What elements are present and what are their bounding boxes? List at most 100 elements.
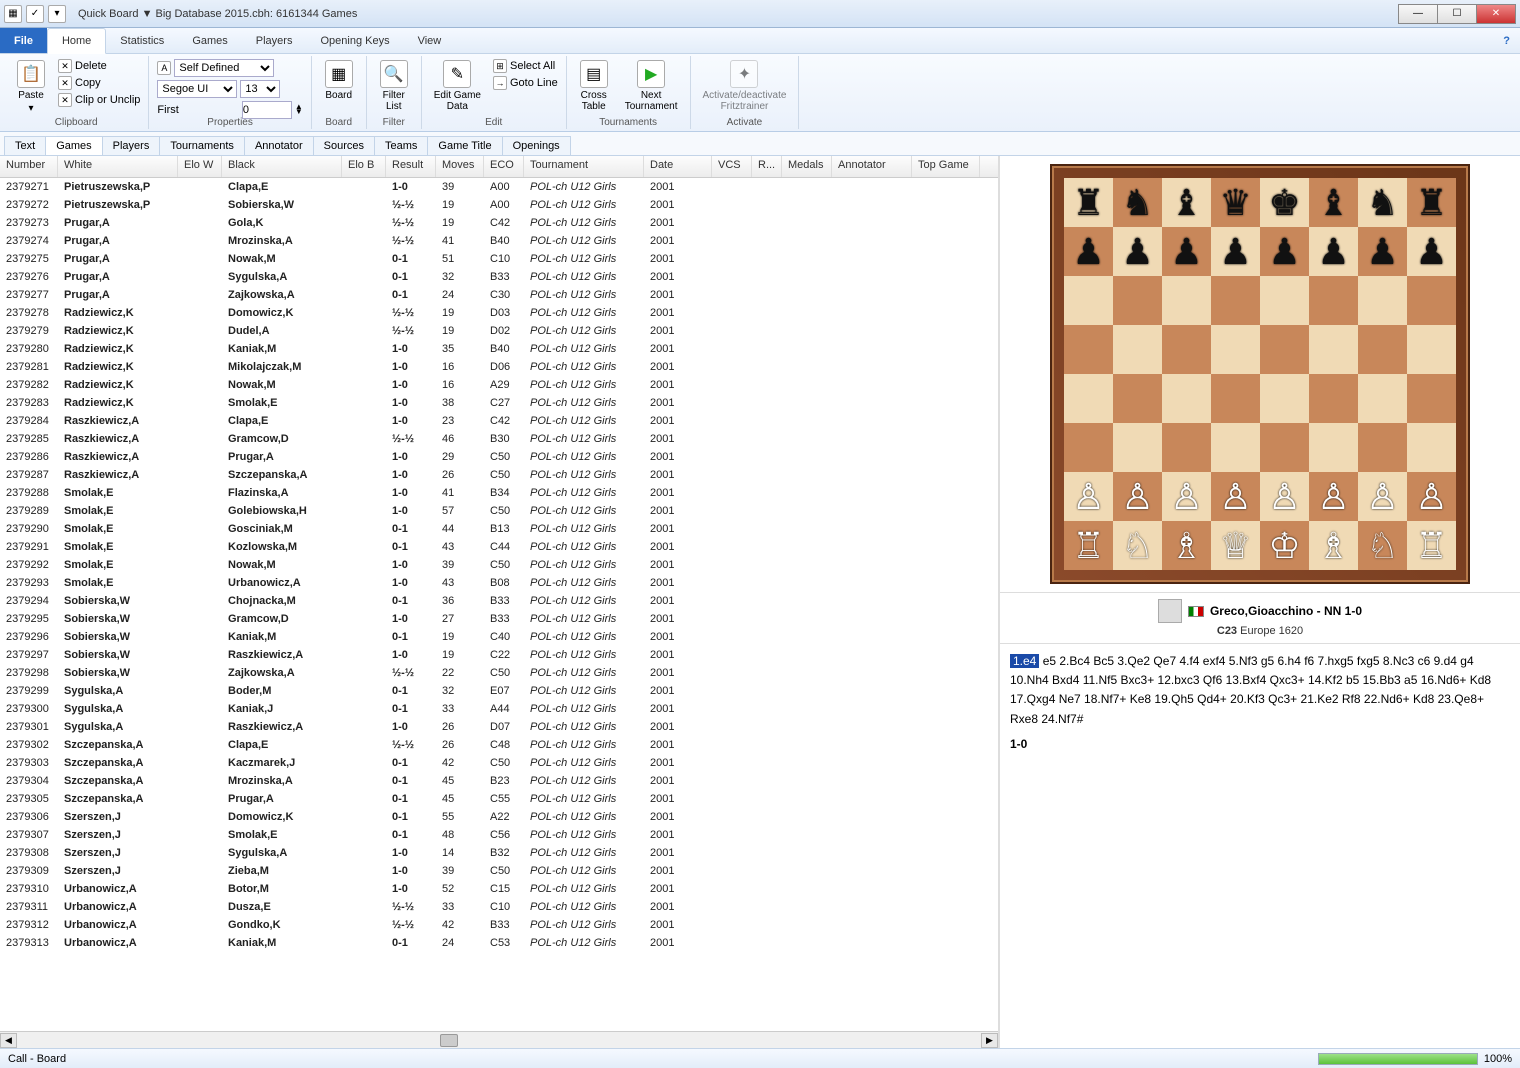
- table-row[interactable]: 2379313Urbanowicz,AKaniak,M0-124C53POL-c…: [0, 934, 998, 952]
- board-square[interactable]: [1358, 374, 1407, 423]
- board-square[interactable]: [1211, 276, 1260, 325]
- column-header[interactable]: ECO: [484, 156, 524, 177]
- table-row[interactable]: 2379312Urbanowicz,AGondko,K½-½42B33POL-c…: [0, 916, 998, 934]
- column-header[interactable]: Elo B: [342, 156, 386, 177]
- board-square[interactable]: [1260, 374, 1309, 423]
- cross-table-button[interactable]: ▤Cross Table: [573, 58, 615, 114]
- board-square[interactable]: ♜: [1407, 178, 1456, 227]
- board-square[interactable]: [1309, 325, 1358, 374]
- board-square[interactable]: [1260, 325, 1309, 374]
- close-button[interactable]: ✕: [1476, 4, 1516, 24]
- board-button[interactable]: ▦Board: [318, 58, 360, 103]
- chess-board[interactable]: ♜♞♝♛♚♝♞♜♟♟♟♟♟♟♟♟♙♙♙♙♙♙♙♙♖♘♗♕♔♗♘♖: [1064, 178, 1456, 570]
- board-square[interactable]: [1113, 374, 1162, 423]
- board-square[interactable]: ♔: [1260, 521, 1309, 570]
- board-square[interactable]: ♖: [1407, 521, 1456, 570]
- horizontal-scrollbar[interactable]: ◀ ▶: [0, 1031, 998, 1048]
- qat-dropdown-icon[interactable]: ▾: [48, 5, 66, 23]
- board-square[interactable]: ♗: [1309, 521, 1358, 570]
- board-square[interactable]: ♙: [1407, 472, 1456, 521]
- board-square[interactable]: ♟: [1162, 227, 1211, 276]
- board-square[interactable]: ♟: [1211, 227, 1260, 276]
- board-square[interactable]: [1211, 374, 1260, 423]
- board-square[interactable]: ♜: [1064, 178, 1113, 227]
- minimize-button[interactable]: —: [1398, 4, 1438, 24]
- board-square[interactable]: ♙: [1162, 472, 1211, 521]
- subtab-openings[interactable]: Openings: [502, 136, 571, 155]
- board-square[interactable]: [1407, 276, 1456, 325]
- board-square[interactable]: ♟: [1113, 227, 1162, 276]
- subtab-tournaments[interactable]: Tournaments: [159, 136, 245, 155]
- table-row[interactable]: 2379289Smolak,EGolebiowska,H1-057C50POL-…: [0, 502, 998, 520]
- table-row[interactable]: 2379294Sobierska,WChojnacka,M0-136B33POL…: [0, 592, 998, 610]
- subtab-annotator[interactable]: Annotator: [244, 136, 314, 155]
- table-row[interactable]: 2379281Radziewicz,KMikolajczak,M1-016D06…: [0, 358, 998, 376]
- table-row[interactable]: 2379285Raszkiewicz,AGramcow,D½-½46B30POL…: [0, 430, 998, 448]
- column-header[interactable]: Result: [386, 156, 436, 177]
- board-square[interactable]: ♞: [1113, 178, 1162, 227]
- board-square[interactable]: ♙: [1260, 472, 1309, 521]
- scroll-right-icon[interactable]: ▶: [981, 1033, 998, 1048]
- board-square[interactable]: ♙: [1211, 472, 1260, 521]
- table-row[interactable]: 2379272Pietruszewska,PSobierska,W½-½19A0…: [0, 196, 998, 214]
- qat-check[interactable]: ✓: [26, 5, 44, 23]
- table-row[interactable]: 2379280Radziewicz,KKaniak,M1-035B40POL-c…: [0, 340, 998, 358]
- table-row[interactable]: 2379290Smolak,EGosciniak,M0-144B13POL-ch…: [0, 520, 998, 538]
- table-row[interactable]: 2379274Prugar,AMrozinska,A½-½41B40POL-ch…: [0, 232, 998, 250]
- table-row[interactable]: 2379309Szerszen,JZieba,M1-039C50POL-ch U…: [0, 862, 998, 880]
- maximize-button[interactable]: ☐: [1437, 4, 1477, 24]
- table-row[interactable]: 2379306Szerszen,JDomowicz,K0-155A22POL-c…: [0, 808, 998, 826]
- table-row[interactable]: 2379291Smolak,EKozlowska,M0-143C44POL-ch…: [0, 538, 998, 556]
- font-style-select[interactable]: Self Defined: [174, 59, 274, 77]
- subtab-teams[interactable]: Teams: [374, 136, 428, 155]
- table-row[interactable]: 2379298Sobierska,WZajkowska,A½-½22C50POL…: [0, 664, 998, 682]
- board-square[interactable]: [1309, 276, 1358, 325]
- board-square[interactable]: [1162, 276, 1211, 325]
- table-row[interactable]: 2379287Raszkiewicz,ASzczepanska,A1-026C5…: [0, 466, 998, 484]
- board-square[interactable]: [1064, 276, 1113, 325]
- table-row[interactable]: 2379282Radziewicz,KNowak,M1-016A29POL-ch…: [0, 376, 998, 394]
- font-size-select[interactable]: 13: [240, 80, 280, 98]
- board-square[interactable]: ♙: [1358, 472, 1407, 521]
- clip-or-unclip-button[interactable]: ✕Clip or Unclip: [56, 92, 142, 108]
- table-row[interactable]: 2379292Smolak,ENowak,M1-039C50POL-ch U12…: [0, 556, 998, 574]
- column-header[interactable]: Elo W: [178, 156, 222, 177]
- table-row[interactable]: 2379299Sygulska,ABoder,M0-132E07POL-ch U…: [0, 682, 998, 700]
- table-row[interactable]: 2379288Smolak,EFlazinska,A1-041B34POL-ch…: [0, 484, 998, 502]
- current-move[interactable]: 1.e4: [1010, 654, 1039, 668]
- board-square[interactable]: [1162, 325, 1211, 374]
- table-row[interactable]: 2379305Szczepanska,APrugar,A0-145C55POL-…: [0, 790, 998, 808]
- fritz-button[interactable]: ✦Activate/deactivate Fritztrainer: [697, 58, 793, 114]
- delete-button[interactable]: ✕Delete: [56, 58, 142, 74]
- board-square[interactable]: [1064, 374, 1113, 423]
- table-row[interactable]: 2379308Szerszen,JSygulska,A1-014B32POL-c…: [0, 844, 998, 862]
- board-square[interactable]: [1211, 423, 1260, 472]
- board-square[interactable]: ♙: [1113, 472, 1162, 521]
- board-square[interactable]: ♙: [1064, 472, 1113, 521]
- table-row[interactable]: 2379304Szczepanska,AMrozinska,A0-145B23P…: [0, 772, 998, 790]
- board-square[interactable]: [1358, 325, 1407, 374]
- column-header[interactable]: Black: [222, 156, 342, 177]
- table-row[interactable]: 2379283Radziewicz,KSmolak,E1-038C27POL-c…: [0, 394, 998, 412]
- board-square[interactable]: [1260, 276, 1309, 325]
- column-header[interactable]: Date: [644, 156, 712, 177]
- column-header[interactable]: Annotator: [832, 156, 912, 177]
- board-square[interactable]: [1407, 423, 1456, 472]
- board-square[interactable]: [1407, 374, 1456, 423]
- notation-pane[interactable]: 1.e4 e5 2.Bc4 Bc5 3.Qe2 Qe7 4.f4 exf4 5.…: [1000, 644, 1520, 1048]
- board-square[interactable]: ♘: [1113, 521, 1162, 570]
- table-row[interactable]: 2379286Raszkiewicz,APrugar,A1-029C50POL-…: [0, 448, 998, 466]
- table-row[interactable]: 2379296Sobierska,WKaniak,M0-119C40POL-ch…: [0, 628, 998, 646]
- subtab-players[interactable]: Players: [102, 136, 161, 155]
- edit-game-button[interactable]: ✎Edit Game Data: [428, 58, 487, 114]
- column-header[interactable]: Medals: [782, 156, 832, 177]
- board-square[interactable]: ♛: [1211, 178, 1260, 227]
- board-square[interactable]: [1113, 276, 1162, 325]
- filter-button[interactable]: 🔍Filter List: [373, 58, 415, 114]
- font-name-select[interactable]: Segoe UI: [157, 80, 237, 98]
- board-square[interactable]: [1358, 423, 1407, 472]
- spinner-icon[interactable]: ▲▼: [295, 105, 303, 115]
- menu-tab-statistics[interactable]: Statistics: [106, 28, 178, 53]
- qat-icon[interactable]: ▦: [4, 5, 22, 23]
- board-square[interactable]: ♟: [1260, 227, 1309, 276]
